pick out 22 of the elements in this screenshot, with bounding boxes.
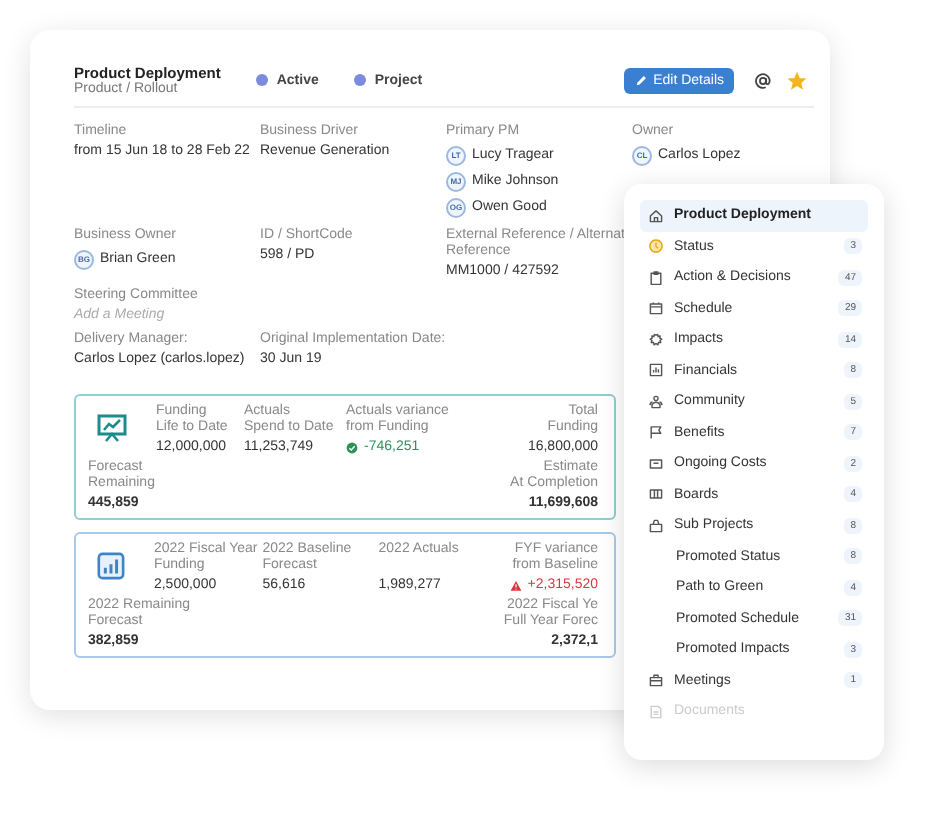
people-icon [648,393,664,410]
flag-icon [648,424,664,441]
clock-icon [648,238,664,255]
status-dot [354,74,367,86]
briefcase-icon [648,672,664,689]
star-icon[interactable] [788,71,806,89]
card-icon [648,455,664,472]
presentation-chart-icon [96,412,128,444]
pencil-icon [633,73,648,87]
check-icon [346,441,358,453]
document-icon [648,703,664,720]
status-dot [256,74,269,86]
calendar-icon [648,300,664,317]
bar-chart-icon [96,550,126,582]
board-icon [648,486,664,503]
gear-icon [648,331,664,348]
bag-icon [648,517,664,534]
clipboard-icon [648,269,664,286]
warning-icon [509,579,522,591]
home-icon [648,207,664,224]
at-sign-icon[interactable] [754,71,772,89]
chart-icon [648,362,664,379]
